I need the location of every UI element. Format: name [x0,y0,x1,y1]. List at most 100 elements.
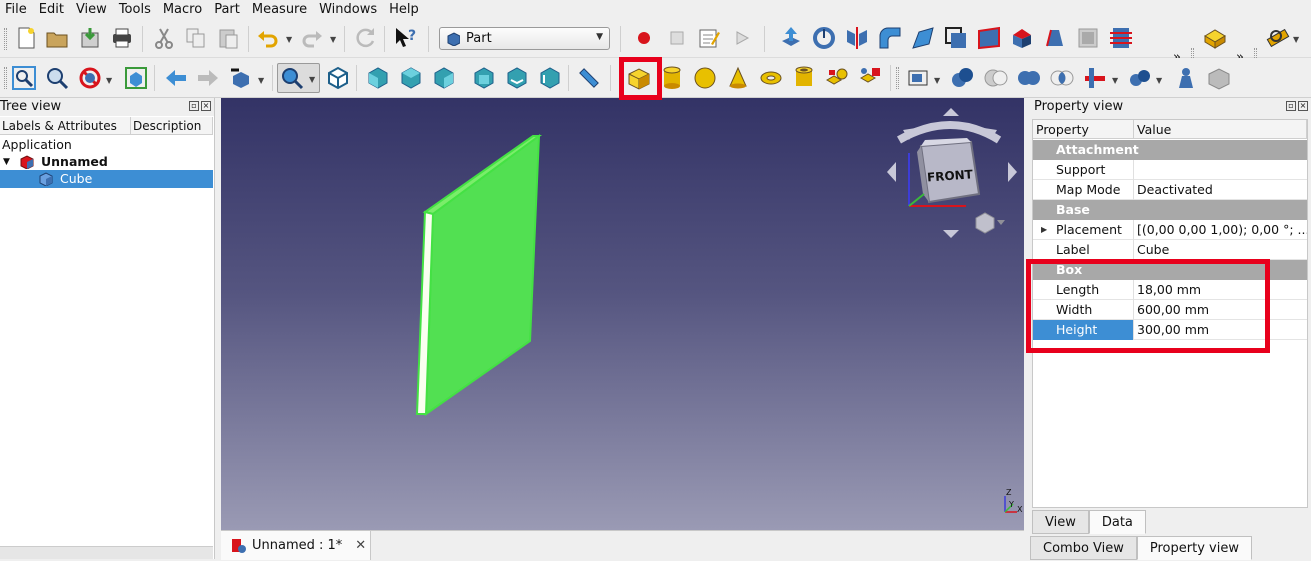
fuse-icon[interactable] [1017,66,1041,90]
attachment-editor-icon[interactable] [1203,26,1227,50]
toolbar-grip[interactable] [4,28,7,50]
property-value[interactable]: 18,00 mm [1134,280,1307,300]
part-tube-icon[interactable] [792,66,816,90]
fillet-icon[interactable] [878,26,902,50]
fit-all-icon[interactable] [12,66,36,90]
group-box[interactable]: Box [1033,260,1307,280]
document-tab[interactable]: Unnamed : 1* ✕ [221,531,371,560]
ruled-surface-icon[interactable] [977,26,1001,50]
shape-builder-icon[interactable] [858,66,882,90]
menu-help[interactable]: Help [384,0,426,20]
close-icon[interactable]: × [1298,101,1308,111]
record-macro-icon[interactable] [632,26,656,50]
section-icon[interactable] [1076,26,1100,50]
execute-macro-icon[interactable] [730,26,754,50]
property-row-height[interactable]: Height 300,00 mm [1033,320,1307,340]
boolean-icon[interactable] [951,66,975,90]
property-value[interactable]: Deactivated [1134,180,1307,200]
tab-view[interactable]: View [1032,510,1089,534]
isometric-view-icon[interactable] [326,66,350,90]
make-face-icon[interactable] [944,26,968,50]
property-value[interactable]: 600,00 mm [1134,300,1307,320]
float-icon[interactable]: ▫ [189,101,199,111]
property-value[interactable]: 300,00 mm [1134,320,1307,340]
group-base[interactable]: Base [1033,200,1307,220]
refresh-icon[interactable] [354,26,378,50]
part-cylinder-icon[interactable] [660,66,684,90]
tab-data[interactable]: Data [1088,510,1146,534]
open-document-icon[interactable] [45,26,69,50]
menu-part[interactable]: Part [209,0,247,20]
menu-macro[interactable]: Macro [158,0,209,20]
menu-windows[interactable]: Windows [314,0,384,20]
revolve-icon[interactable] [812,26,836,50]
draw-style-icon[interactable] [78,66,102,90]
fit-selection-icon[interactable] [45,66,69,90]
part-sphere-icon[interactable] [693,66,717,90]
part-cone-icon[interactable] [726,66,750,90]
bounding-box-icon[interactable] [124,66,148,90]
join-features-icon[interactable] [1083,66,1107,90]
menu-measure[interactable]: Measure [247,0,314,20]
loft-icon[interactable] [1010,26,1034,50]
defeaturing-icon[interactable] [1207,66,1231,90]
property-row-placement[interactable]: ▶ Placement [(0,00 0,00 1,00); 0,00 °; .… [1033,220,1307,240]
whats-this-icon[interactable]: ? [394,26,418,50]
right-view-icon[interactable] [432,66,456,90]
workbench-selector[interactable]: Part ▼ [439,27,610,50]
part-primitives-icon[interactable] [825,66,849,90]
property-value[interactable]: Cube [1134,240,1307,260]
forward-icon[interactable] [196,66,220,90]
sweep-icon[interactable] [1043,26,1067,50]
close-tab-icon[interactable]: ✕ [355,538,366,553]
print-icon[interactable] [110,26,134,50]
check-geometry-icon[interactable] [1174,66,1198,90]
back-icon[interactable] [164,66,188,90]
redo-dropdown-icon[interactable]: ▼ [330,35,336,44]
chamfer-icon[interactable] [911,26,935,50]
property-row-label[interactable]: Label Cube [1033,240,1307,260]
paste-icon[interactable] [216,26,240,50]
part-torus-icon[interactable] [759,66,783,90]
property-row-width[interactable]: Width 600,00 mm [1033,300,1307,320]
tree-document-unnamed[interactable]: ▼ Unnamed [0,153,213,171]
column-property[interactable]: Property [1033,120,1134,139]
new-document-icon[interactable] [14,26,38,50]
menu-view[interactable]: View [71,0,114,20]
common-icon[interactable] [1050,66,1074,90]
column-description[interactable]: Description [131,117,213,135]
undo-dropdown-icon[interactable]: ▼ [286,35,292,44]
cut-shape-icon[interactable] [984,66,1008,90]
tab-combo-view[interactable]: Combo View [1030,536,1137,560]
undo-icon[interactable] [256,26,280,50]
property-row-length[interactable]: Length 18,00 mm [1033,280,1307,300]
expand-arrow-icon[interactable]: ▼ [3,153,10,171]
measure-distance-icon[interactable] [577,66,601,90]
property-value[interactable] [1134,160,1307,180]
mirror-icon[interactable] [845,26,869,50]
copy-icon[interactable] [184,26,208,50]
column-value[interactable]: Value [1134,120,1307,139]
front-view-icon[interactable] [366,66,390,90]
part-box-icon[interactable] [627,66,651,90]
top-view-icon[interactable] [399,66,423,90]
menu-edit[interactable]: Edit [34,0,71,20]
cut-icon[interactable] [152,26,176,50]
menu-tools[interactable]: Tools [114,0,158,20]
tree-horizontal-scrollbar[interactable] [0,546,213,559]
float-icon[interactable]: ▫ [1286,101,1296,111]
redo-icon[interactable] [300,26,324,50]
compound-tools-icon[interactable] [907,66,931,90]
bottom-view-icon[interactable] [505,66,529,90]
tree-object-cube[interactable]: Cube [0,170,213,188]
group-attachment[interactable]: Attachment [1033,140,1307,160]
left-view-icon[interactable] [538,66,562,90]
column-labels-attributes[interactable]: Labels & Attributes [0,117,131,135]
macro-editor-icon[interactable] [697,26,721,50]
sync-view-icon[interactable] [229,66,253,90]
menu-file[interactable]: File [0,0,34,20]
close-icon[interactable]: × [201,101,211,111]
property-row-support[interactable]: Support [1033,160,1307,180]
tab-property-view[interactable]: Property view [1136,536,1252,560]
extrude-icon[interactable] [779,26,803,50]
